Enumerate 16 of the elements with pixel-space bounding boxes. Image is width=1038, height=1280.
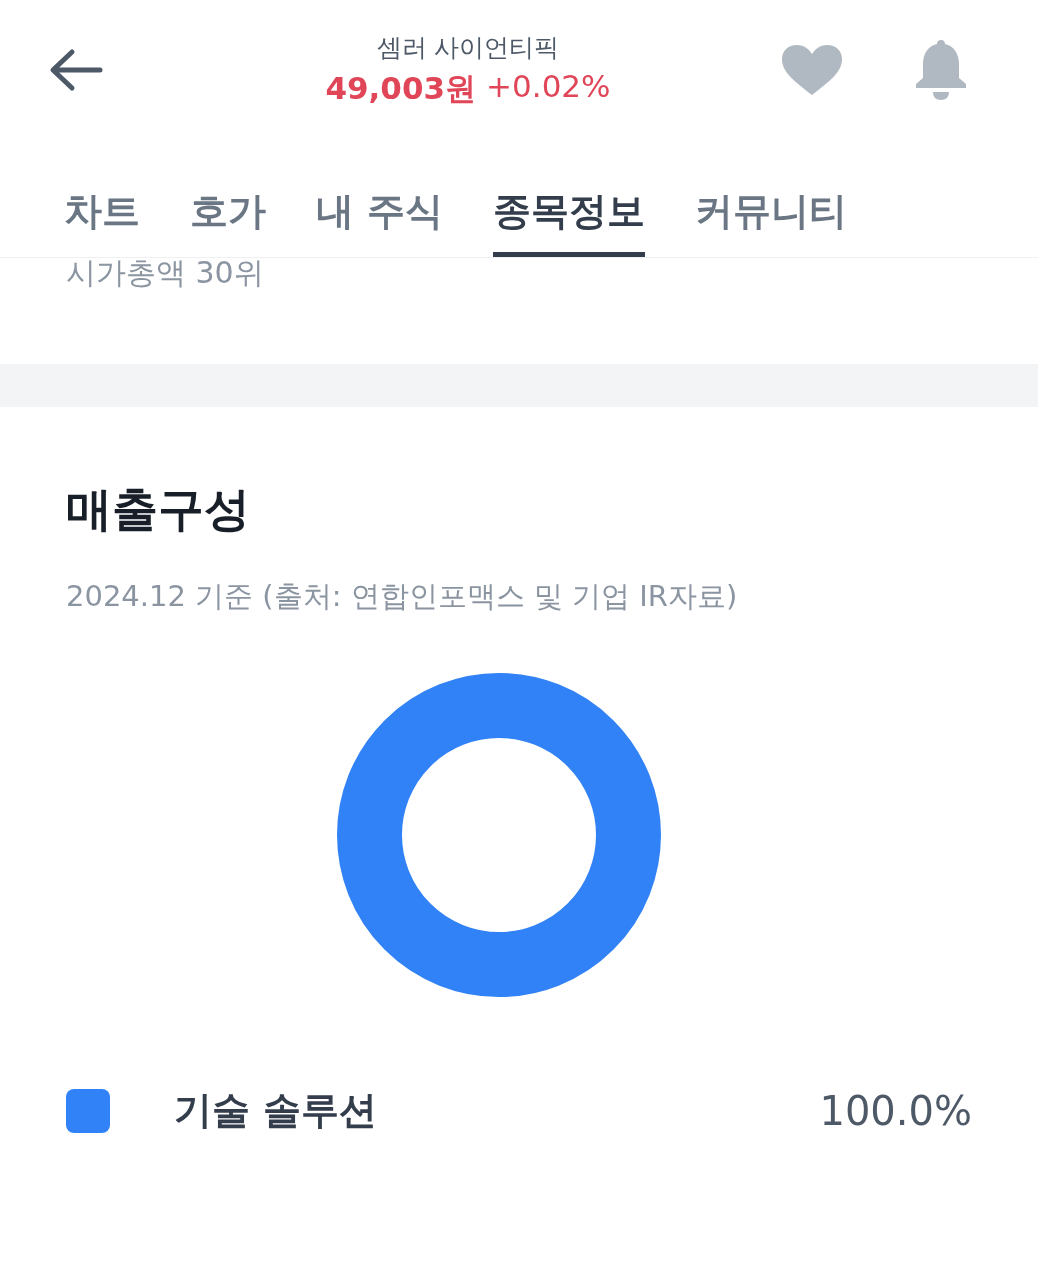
section-title: 매출구성 [66,481,251,538]
source-note: 2024.12 기준 (출처: 연합인포맥스 및 기업 IR자료) [66,578,739,615]
tab[interactable]: 커뮤니티 [695,140,848,257]
legend-label: 기술 솔루션 [174,1087,379,1134]
tab[interactable]: 내 주식 [316,140,444,257]
heart-icon[interactable] [782,45,842,95]
tab[interactable]: 호가 [190,140,266,257]
stock-price: 49,003원 [325,68,477,108]
legend-value: 100.0% [819,1087,972,1134]
tab[interactable]: 종목정보 [493,140,646,257]
price-change: +0.02% [486,67,611,106]
tab[interactable]: 차트 [64,140,140,257]
market-cap-rank: 시가총액 30위 [65,258,265,292]
back-arrow-icon[interactable] [48,48,104,92]
stock-name: 셈러 사이언티픽 [376,31,560,64]
bell-icon[interactable] [914,40,968,100]
